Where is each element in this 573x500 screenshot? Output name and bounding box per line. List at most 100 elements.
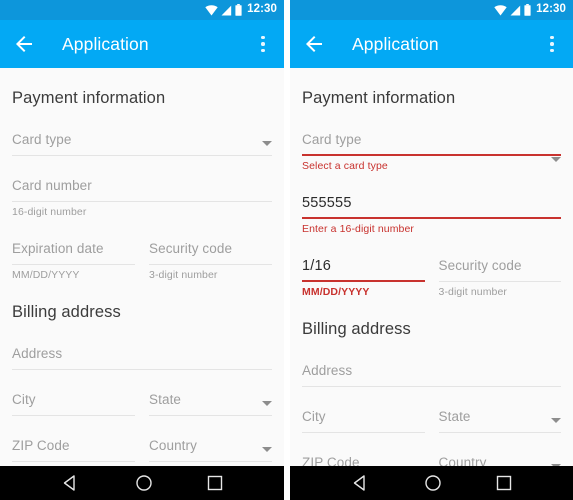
navigation-bar [290,466,573,500]
app-bar: Application [290,20,573,68]
zip-country-row: ZIP Code Country [12,416,272,462]
status-bar-time: 12:30 [536,3,566,16]
form-content: Payment information Card type Card numbe… [0,68,284,466]
expiration-date-value: 1/16 [302,258,332,274]
expiration-date-underline [302,280,425,282]
nav-back-icon[interactable] [351,473,371,493]
phone-screen-normal-state: 12:30 Application Payment information Ca… [0,0,284,500]
battery-icon [235,4,242,16]
card-type-label: Card type [12,132,72,147]
security-code-underline [438,281,561,282]
status-bar-icons [494,4,531,16]
nav-home-icon[interactable] [424,474,442,492]
nav-home-icon[interactable] [135,474,153,492]
form-content: Payment information Card type Select a c… [290,68,573,466]
back-arrow-icon[interactable] [12,32,36,56]
status-bar-time: 12:30 [247,3,277,16]
zip-code-label: ZIP Code [12,438,70,453]
wifi-icon [494,4,507,15]
city-label: City [12,392,36,407]
phone-screen-error-state: 12:30 Application Payment information Ca… [290,0,573,500]
country-label: Country [438,455,487,466]
chevron-down-icon[interactable] [551,418,561,423]
billing-address-heading: Billing address [12,303,121,321]
app-bar: Application [0,20,284,68]
state-label: State [149,392,182,407]
card-number-underline [12,201,272,202]
card-number-field[interactable]: Card number 16-digit number [12,156,272,219]
overflow-menu-icon[interactable] [541,32,563,56]
city-state-row: City State [302,387,561,433]
country-label: Country [149,438,197,453]
card-number-error: Enter a 16-digit number [302,223,415,235]
chevron-down-icon[interactable] [262,401,272,406]
comparison-stage: 12:30 Application Payment information Ca… [0,0,573,500]
state-field[interactable]: State [149,370,272,416]
address-field[interactable]: Address [12,324,272,370]
navigation-bar [0,466,284,500]
expiration-security-row: Expiration date MM/DD/YYYY Security code… [12,219,272,282]
security-code-underline [149,264,272,265]
chevron-down-icon[interactable] [262,141,272,146]
expiration-date-error: MM/DD/YYYY [302,286,370,298]
zip-code-field[interactable]: ZIP Code [12,416,135,462]
payment-information-heading: Payment information [12,89,166,107]
country-field[interactable]: Country [438,433,561,466]
security-code-field[interactable]: Security code 3-digit number [438,236,561,299]
city-field[interactable]: City [12,370,135,416]
card-type-underline [302,154,561,156]
address-label: Address [302,363,353,378]
city-field[interactable]: City [302,387,425,433]
card-number-field[interactable]: 555555 Enter a 16-digit number [302,173,561,236]
state-label: State [438,409,471,424]
zip-code-field[interactable]: ZIP Code [302,433,425,466]
address-label: Address [12,346,63,361]
expiration-date-underline [12,264,135,265]
wifi-icon [205,4,218,15]
nav-recents-icon[interactable] [496,475,512,491]
card-type-field[interactable]: Card type Select a card type [302,110,561,173]
security-code-label: Security code [438,258,522,273]
nav-back-icon[interactable] [61,473,81,493]
state-field[interactable]: State [438,387,561,433]
status-bar: 12:30 [0,0,284,20]
chevron-down-icon[interactable] [551,157,561,162]
city-state-row: City State [12,370,272,416]
card-number-underline [302,217,561,219]
address-field[interactable]: Address [302,341,561,387]
card-number-label: Card number [12,178,92,193]
app-bar-title: Application [62,33,149,54]
billing-address-heading: Billing address [302,320,411,338]
expiration-date-field[interactable]: Expiration date MM/DD/YYYY [12,219,135,282]
country-field[interactable]: Country [149,416,272,462]
battery-icon [524,4,531,16]
card-type-label: Card type [302,132,362,147]
expiration-security-row: 1/16 MM/DD/YYYY Security code 3-digit nu… [302,236,561,299]
signal-icon [510,5,521,15]
country-underline [149,461,272,462]
security-code-label: Security code [149,241,233,256]
city-label: City [302,409,326,424]
expiration-date-field[interactable]: 1/16 MM/DD/YYYY [302,236,425,299]
card-number-value: 555555 [302,195,352,211]
nav-recents-icon[interactable] [207,475,223,491]
chevron-down-icon[interactable] [551,464,561,466]
card-number-help: 16-digit number [12,206,87,218]
security-code-help: 3-digit number [438,286,508,298]
expiration-date-label: Expiration date [12,241,104,256]
app-bar-title: Application [352,33,439,54]
zip-code-label: ZIP Code [302,455,360,466]
expiration-date-help: MM/DD/YYYY [12,269,80,281]
back-arrow-icon[interactable] [302,32,326,56]
security-code-help: 3-digit number [149,269,218,281]
overflow-menu-icon[interactable] [252,32,274,56]
card-type-error: Select a card type [302,160,388,172]
chevron-down-icon[interactable] [262,447,272,452]
card-type-field[interactable]: Card type [12,110,272,156]
zip-country-row: ZIP Code Country [302,433,561,466]
status-bar-icons [205,4,242,16]
security-code-field[interactable]: Security code 3-digit number [149,219,272,282]
signal-icon [221,5,232,15]
status-bar: 12:30 [290,0,573,20]
zip-code-underline [12,461,135,462]
